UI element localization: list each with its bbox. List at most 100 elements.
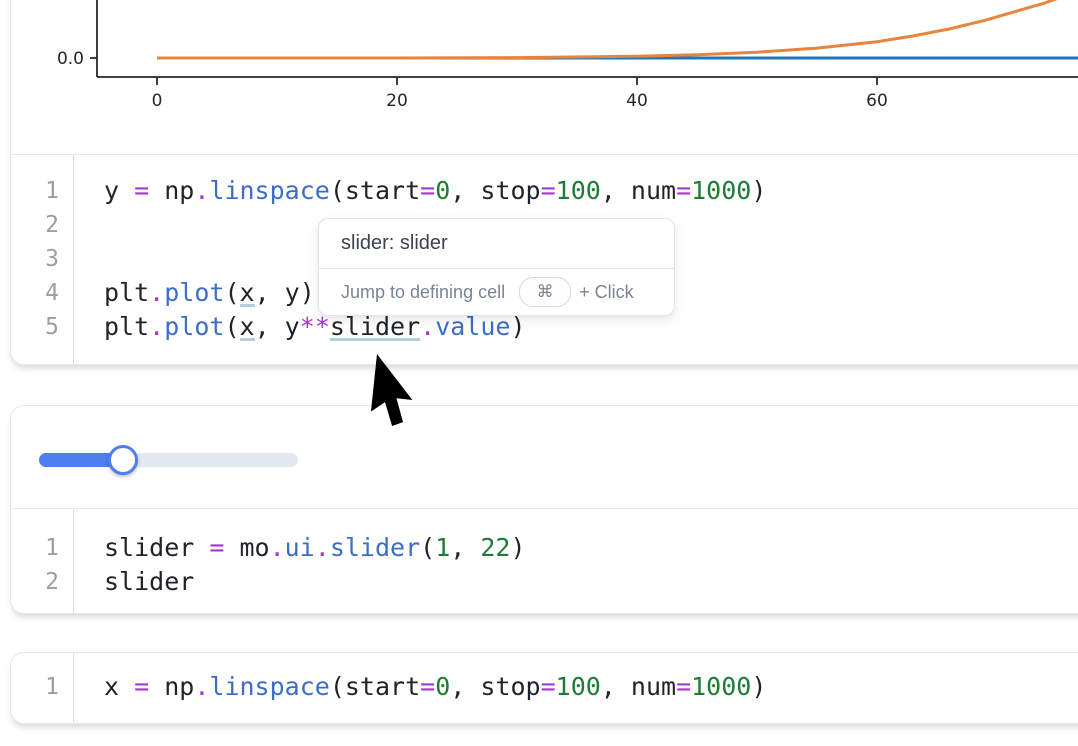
code-token: slider <box>330 533 420 562</box>
x-tick-label: 20 <box>386 91 408 111</box>
code-token: x <box>104 672 134 701</box>
code-token: , stop <box>450 176 540 205</box>
code-editor[interactable]: 1slider = mo.ui.slider(1, 22)2slider <box>11 531 1078 599</box>
tooltip-action-label: Jump to defining cell <box>341 282 505 303</box>
code-token: ** <box>300 312 330 341</box>
code-token: , <box>450 533 480 562</box>
code-token: = <box>676 672 691 701</box>
code-token: linspace <box>209 176 329 205</box>
tooltip-variable-name: slider: slider <box>319 219 674 268</box>
code-token: . <box>194 672 209 701</box>
code-token: ) <box>751 176 766 205</box>
output-code-divider <box>11 508 1078 509</box>
command-key-symbol: ⌘ <box>537 282 554 302</box>
code-token: = <box>134 176 149 205</box>
code-content: plt.plot(x, y) <box>59 276 315 310</box>
code-token: ( <box>224 278 239 307</box>
code-token: 100 <box>556 176 601 205</box>
code-token: y <box>104 176 134 205</box>
code-token: plot <box>164 312 224 341</box>
matplotlib-plot-output: 0.0 0 20 40 60 <box>0 0 1078 153</box>
code-line[interactable]: 1y = np.linspace(start=0, stop=100, num=… <box>11 174 1078 208</box>
code-token: = <box>420 672 435 701</box>
line-number: 1 <box>11 174 59 208</box>
code-token: , y) <box>255 278 315 307</box>
code-token: mo <box>224 533 269 562</box>
tooltip-click-hint: + Click <box>579 282 634 303</box>
code-token: x <box>240 278 255 307</box>
code-token: = <box>209 533 224 562</box>
x-tick-label: 60 <box>866 91 888 111</box>
code-token: . <box>270 533 285 562</box>
line-number: 2 <box>11 565 59 599</box>
slider-thumb[interactable] <box>108 445 138 475</box>
code-token: . <box>149 278 164 307</box>
code-token: . <box>315 533 330 562</box>
code-token: 0 <box>435 176 450 205</box>
code-content: slider = mo.ui.slider(1, 22) <box>59 531 526 565</box>
code-token: . <box>194 176 209 205</box>
code-token: ui <box>285 533 315 562</box>
code-token: = <box>541 672 556 701</box>
code-token: ( <box>420 533 435 562</box>
code-token: start <box>345 672 420 701</box>
line-number: 1 <box>11 670 59 704</box>
line-number: 4 <box>11 276 59 310</box>
code-token: , num <box>601 672 676 701</box>
code-content <box>59 208 104 242</box>
code-token: np <box>149 176 194 205</box>
code-token: , stop <box>450 672 540 701</box>
code-token: start <box>345 176 420 205</box>
code-token: ( <box>330 672 345 701</box>
slider-output <box>11 406 1078 508</box>
code-content: y = np.linspace(start=0, stop=100, num=1… <box>59 174 766 208</box>
code-token: linspace <box>209 672 329 701</box>
code-token: np <box>149 672 194 701</box>
code-token: plt <box>104 278 149 307</box>
code-token: 22 <box>480 533 510 562</box>
code-token: = <box>134 672 149 701</box>
command-key-icon: ⌘ <box>519 277 571 307</box>
code-token: ) <box>751 672 766 701</box>
code-token: slider <box>104 533 209 562</box>
x-tick-label: 40 <box>626 91 648 111</box>
code-token: , num <box>601 176 676 205</box>
code-editor[interactable]: 1x = np.linspace(start=0, stop=100, num=… <box>11 670 1078 704</box>
code-line[interactable]: 1slider = mo.ui.slider(1, 22) <box>11 531 1078 565</box>
line-number: 3 <box>11 242 59 276</box>
code-token: 0 <box>435 672 450 701</box>
code-token: 1000 <box>691 672 751 701</box>
code-token: . <box>420 312 435 341</box>
line-number: 1 <box>11 531 59 565</box>
code-token: = <box>676 176 691 205</box>
code-content: x = np.linspace(start=0, stop=100, num=1… <box>59 670 766 704</box>
code-token: ( <box>224 312 239 341</box>
code-token: value <box>435 312 510 341</box>
x-tick-label: 0 <box>152 91 163 111</box>
notebook-cell-x[interactable]: 1x = np.linspace(start=0, stop=100, num=… <box>10 652 1078 724</box>
code-token: ( <box>330 176 345 205</box>
code-line[interactable]: 2 slider <box>11 565 1078 599</box>
notebook-page: { "colors": { "code-text": "#1f2328", "c… <box>0 0 1078 746</box>
code-token: 100 <box>556 672 601 701</box>
code-token: plt <box>104 312 149 341</box>
line-number: 5 <box>11 310 59 344</box>
tooltip-jump-action[interactable]: Jump to defining cell ⌘ + Click <box>319 269 674 315</box>
notebook-cell-slider[interactable]: 1slider = mo.ui.slider(1, 22)2slider <box>10 405 1078 614</box>
line-number: 2 <box>11 208 59 242</box>
code-content <box>59 242 104 276</box>
code-token: slider <box>104 567 194 596</box>
code-token: ) <box>510 312 525 341</box>
code-token: 1000 <box>691 176 751 205</box>
slider-track[interactable] <box>39 453 298 467</box>
code-token: , y <box>255 312 300 341</box>
code-line[interactable]: 1x = np.linspace(start=0, stop=100, num=… <box>11 670 1078 704</box>
output-code-divider <box>11 154 1078 155</box>
mouse-cursor-icon <box>370 352 440 442</box>
code-token: . <box>149 312 164 341</box>
y-tick-label: 0.0 <box>57 49 84 69</box>
code-token: ) <box>510 533 525 562</box>
variable-tooltip: slider: slider Jump to defining cell ⌘ +… <box>318 218 675 316</box>
code-token: 1 <box>435 533 450 562</box>
code-content: slider <box>59 565 194 599</box>
